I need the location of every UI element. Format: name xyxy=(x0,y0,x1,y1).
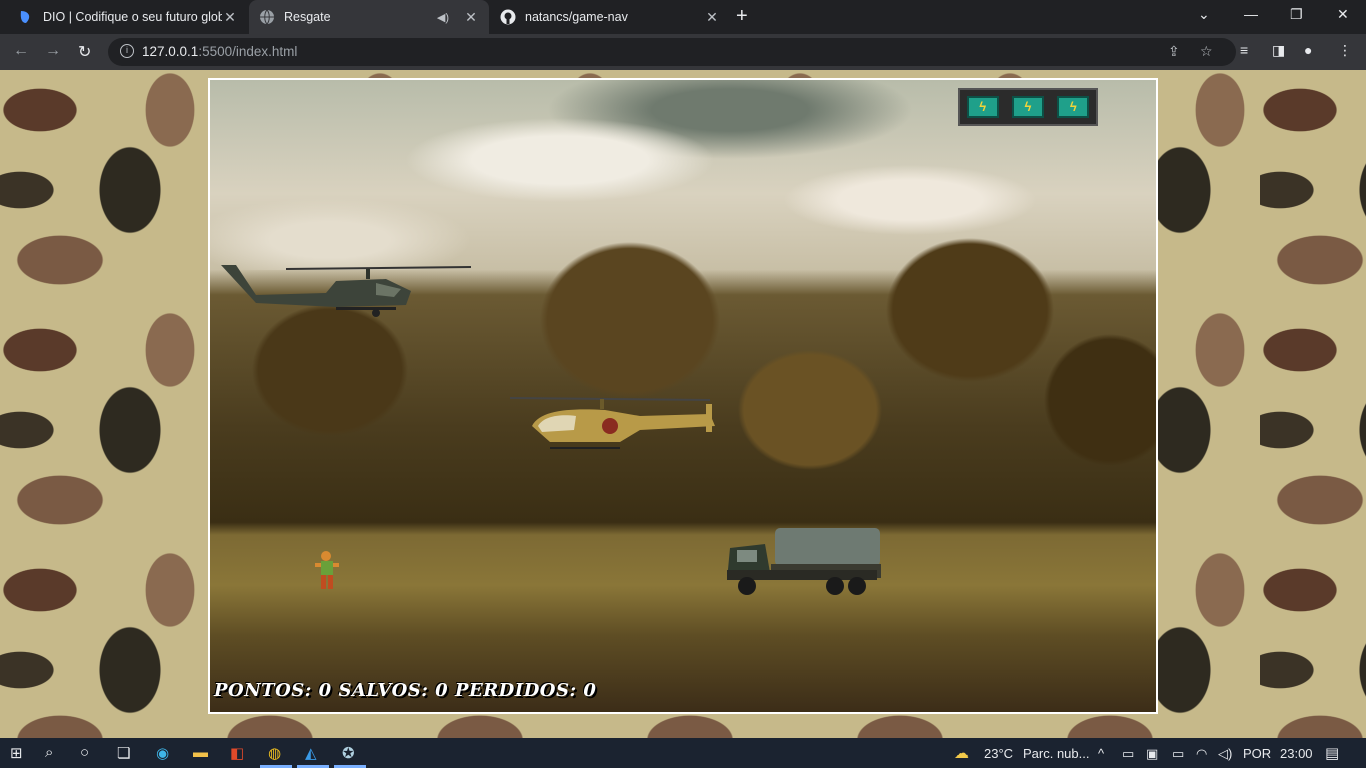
weather-temp[interactable]: 23°C xyxy=(984,746,1013,761)
speaker-icon[interactable]: ◀) xyxy=(437,11,449,24)
life-icon: ϟ xyxy=(966,96,999,118)
notification-icon[interactable]: ▤ xyxy=(1325,744,1339,762)
cortana-icon[interactable]: ○ xyxy=(80,744,89,761)
close-tab-icon[interactable]: ✕ xyxy=(463,9,479,26)
dio-icon xyxy=(20,11,30,23)
address-bar[interactable]: i 127.0.0.1:5500/index.html ⇪ ☆ xyxy=(108,38,1236,66)
life-icon: ϟ xyxy=(1011,96,1044,118)
clock[interactable]: 23:00 xyxy=(1280,746,1313,761)
share-icon[interactable]: ⇪ xyxy=(1168,43,1180,60)
close-tab-icon[interactable]: ✕ xyxy=(222,9,238,26)
enemy-helicopter xyxy=(221,265,472,317)
ally-truck xyxy=(727,528,881,595)
tab-title: Resgate xyxy=(284,10,331,24)
tray-icon[interactable]: ▭ xyxy=(1122,746,1134,762)
battery-icon[interactable]: ▭ xyxy=(1172,746,1184,762)
tab-title: DIO | Codifique o seu futuro glob xyxy=(43,10,222,24)
os-taskbar: ⊞ ⌕ ○ ❏ ◉ ▬ ◧ ◍ ◭ ✪ ☁ 23°C Parc. nub... … xyxy=(0,738,1366,768)
side-panel-icon[interactable]: ◨ xyxy=(1272,42,1285,59)
score-display: PONTOS: 0 SALVOS: 0 PERDIDOS: 0 xyxy=(214,680,597,701)
lives-panel: ϟ ϟ ϟ xyxy=(958,88,1098,126)
app-icon[interactable]: ✪ xyxy=(342,744,355,762)
forward-icon[interactable]: → xyxy=(45,42,61,60)
task-view-icon[interactable]: ❏ xyxy=(117,744,130,762)
chrome-icon[interactable]: ◍ xyxy=(268,744,281,762)
restore-icon[interactable]: ❐ xyxy=(1290,6,1303,23)
menu-icon[interactable]: ⋮ xyxy=(1338,42,1352,59)
weather-text[interactable]: Parc. nub... xyxy=(1023,746,1089,761)
hostage-figure xyxy=(315,551,339,589)
url-text[interactable]: 127.0.0.1:5500/index.html xyxy=(142,44,297,59)
url-path: :5500/index.html xyxy=(198,44,298,59)
info-icon[interactable]: i xyxy=(120,44,134,58)
edge-icon[interactable]: ◉ xyxy=(156,744,169,762)
game-area[interactable]: ϟ ϟ ϟ PONTOS: 0 SALVOS: 0 PERDIDOS: 0 xyxy=(208,78,1158,714)
search-icon[interactable]: ⌕ xyxy=(45,744,53,761)
minimize-icon[interactable]: — xyxy=(1244,6,1258,22)
close-tab-icon[interactable]: ✕ xyxy=(704,9,720,26)
media-queue-icon[interactable]: ≡ xyxy=(1240,42,1248,58)
reload-icon[interactable]: ↻ xyxy=(78,42,91,62)
life-icon: ϟ xyxy=(1057,96,1090,118)
bookmark-star-icon[interactable]: ☆ xyxy=(1200,43,1213,60)
file-explorer-icon[interactable]: ▬ xyxy=(193,744,208,761)
back-icon[interactable]: ← xyxy=(13,42,29,60)
tab-resgate[interactable]: Resgate ◀) ✕ xyxy=(249,0,489,34)
globe-icon xyxy=(260,9,274,25)
language-indicator[interactable]: POR xyxy=(1243,746,1271,761)
close-window-icon[interactable]: ✕ xyxy=(1337,6,1349,23)
page-background: ϟ ϟ ϟ PONTOS: 0 SALVOS: 0 PERDIDOS: 0 xyxy=(0,70,1366,738)
player-helicopter xyxy=(510,397,715,449)
tab-github[interactable]: natancs/game-nav ✕ xyxy=(490,0,730,34)
volume-icon[interactable]: ◁) xyxy=(1218,746,1232,762)
windows-start-icon[interactable]: ⊞ xyxy=(10,744,23,762)
chevron-up-icon[interactable]: ^ xyxy=(1098,746,1104,761)
github-icon xyxy=(500,9,516,25)
vscode-icon[interactable]: ◭ xyxy=(305,744,317,762)
wifi-icon[interactable]: ◠ xyxy=(1196,746,1207,762)
tab-dio[interactable]: DIO | Codifique o seu futuro glob ✕ xyxy=(8,0,248,34)
tray-icon[interactable]: ▣ xyxy=(1146,746,1158,762)
new-tab-icon[interactable]: + xyxy=(736,6,748,26)
tab-search-icon[interactable]: ⌄ xyxy=(1198,6,1210,23)
toolbar: ← → ↻ i 127.0.0.1:5500/index.html ⇪ ☆ ≡ … xyxy=(0,34,1366,70)
tab-strip: DIO | Codifique o seu futuro glob ✕ Resg… xyxy=(0,0,1366,34)
url-host: 127.0.0.1 xyxy=(142,44,199,59)
office-icon[interactable]: ◧ xyxy=(230,744,244,762)
tab-title: natancs/game-nav xyxy=(525,10,628,24)
profile-icon[interactable]: ● xyxy=(1304,42,1312,58)
weather-icon[interactable]: ☁ xyxy=(954,744,969,762)
